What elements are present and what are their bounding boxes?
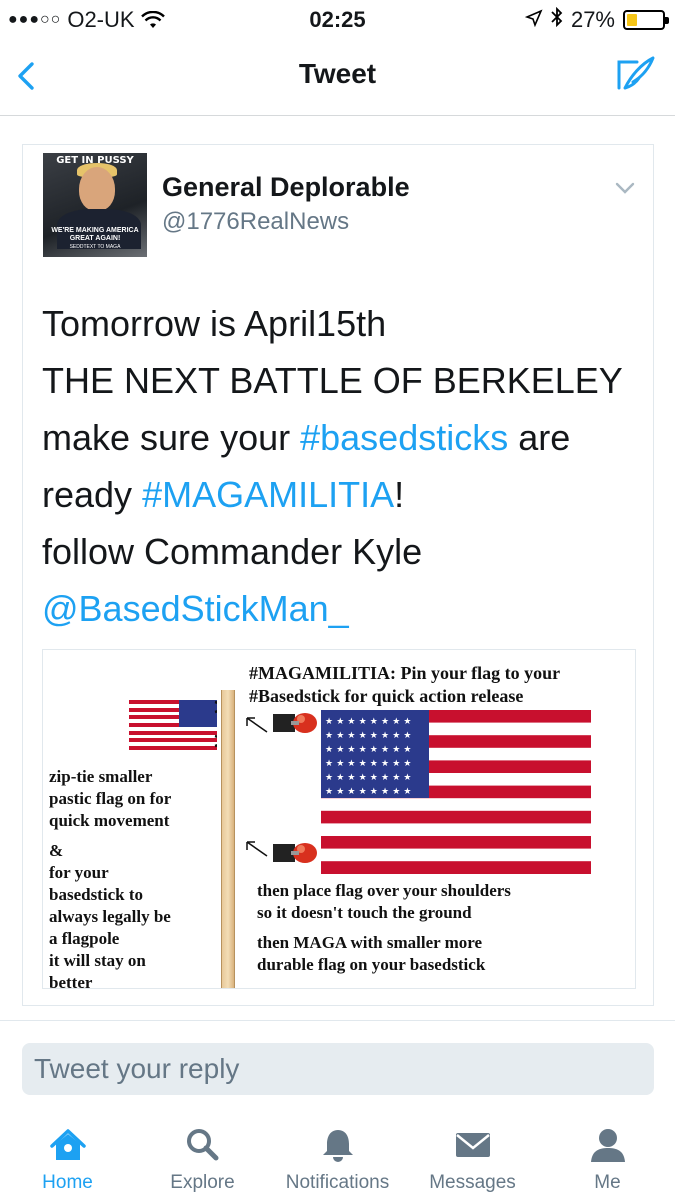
compose-tweet-button[interactable] (615, 54, 657, 96)
caption-line: for your (49, 863, 109, 882)
battery-icon (623, 10, 669, 30)
caption-line: then MAGA with smaller more (257, 933, 483, 952)
tab-label: Notifications (285, 1172, 390, 1193)
avatar-top-text: GET IN PUSSY (56, 155, 134, 166)
compose-quill-icon (617, 56, 655, 90)
tweet-text-segment: are (508, 417, 571, 458)
image-title: #MAGAMILITIA: Pin your flag to your #Bas… (249, 662, 560, 708)
arrow-icon (246, 717, 268, 733)
tweet-line: THE NEXT BATTLE OF BERKELEY (42, 360, 623, 401)
navigation-bar: Tweet (0, 38, 675, 116)
search-icon (186, 1129, 218, 1161)
caption-line: always legally be (49, 907, 171, 926)
image-title-line: #MAGAMILITIA: Pin your flag to your (249, 663, 561, 683)
reply-area: Tweet your reply (0, 1020, 675, 1106)
tweet-options-button[interactable] (615, 181, 635, 195)
user-handle[interactable]: @1776RealNews (162, 208, 349, 236)
battery-fill (627, 14, 637, 26)
avatar-tiny-caption: SEDDTEXT TO MAGA (69, 244, 121, 250)
caption-line: so it doesn't touch the ground (257, 903, 472, 922)
svg-text:★ ★ ★ ★ ★ ★ ★ ★: ★ ★ ★ ★ ★ ★ ★ ★ (325, 717, 411, 727)
avatar-bottom-text: WE'RE MAKING AMERICA GREAT AGAIN! SEDDTE… (45, 227, 145, 251)
avatar-caption: WE'RE MAKING AMERICA GREAT AGAIN! (51, 227, 139, 242)
person-icon (590, 1129, 625, 1162)
svg-text:★ ★ ★ ★ ★ ★ ★ ★: ★ ★ ★ ★ ★ ★ ★ ★ (325, 745, 411, 755)
envelope-icon (455, 1133, 490, 1157)
chevron-down-icon (615, 182, 635, 194)
tweet-text-segment: make sure your (42, 417, 301, 458)
avatar-face (79, 167, 115, 211)
tab-messages[interactable]: Messages (405, 1106, 540, 1200)
svg-text:★ ★ ★ ★ ★ ★ ★ ★: ★ ★ ★ ★ ★ ★ ★ ★ (325, 787, 411, 797)
tweet-card: GET IN PUSSY WE'RE MAKING AMERICA GREAT … (22, 144, 654, 1006)
tweet-text-segment: ready (42, 474, 143, 515)
caption-line: then place flag over your shoulders (257, 881, 511, 900)
tab-notifications[interactable]: Notifications (270, 1106, 405, 1200)
tweet-text: Tomorrow is April15th THE NEXT BATTLE OF… (42, 295, 642, 637)
wooden-stick (221, 690, 235, 988)
status-right: 27% (524, 6, 669, 33)
tab-label: Home (42, 1172, 93, 1193)
bluetooth-icon (551, 6, 563, 33)
arrow-icon (246, 841, 268, 857)
caption-line: zip-tie smaller (49, 767, 153, 786)
status-bar: ●●●○○ O2-UK 02:25 27% (0, 0, 675, 38)
tab-label: Messages (429, 1172, 516, 1193)
large-us-flag: ★ ★ ★ ★ ★ ★ ★ ★ ★ ★ ★ ★ ★ ★ ★ ★ ★ ★ ★ ★ … (321, 710, 591, 874)
tab-me[interactable]: Me (540, 1106, 675, 1200)
mention-link[interactable]: @BasedStickMan_ (42, 588, 349, 629)
image-title-line: #Basedstick for quick action release (249, 686, 524, 706)
tweet-line: ready #MAGAMILITIA! (42, 466, 642, 523)
tab-bar: Home Explore Notifications Messages Me (0, 1106, 675, 1200)
push-pin-icon (273, 843, 317, 863)
battery-percent: 27% (570, 7, 615, 32)
tweet-image[interactable]: #MAGAMILITIA: Pin your flag to your #Bas… (42, 649, 636, 989)
tab-explore[interactable]: Explore (135, 1106, 270, 1200)
hashtag-link-magamilitia[interactable]: #MAGAMILITIA (142, 474, 394, 515)
svg-text:★ ★ ★ ★ ★ ★ ★ ★: ★ ★ ★ ★ ★ ★ ★ ★ (325, 759, 411, 769)
tweet-line: @BasedStickMan_ (42, 580, 642, 637)
caption-line: a flagpole (49, 929, 120, 948)
reply-input[interactable]: Tweet your reply (22, 1043, 654, 1095)
small-us-flag (129, 700, 217, 750)
caption-line: durable flag on your basedstick (257, 955, 486, 974)
page-title: Tweet (298, 58, 377, 89)
svg-text:★ ★ ★ ★ ★ ★ ★ ★: ★ ★ ★ ★ ★ ★ ★ ★ (325, 731, 411, 741)
caption-line: pastic flag on for (49, 789, 172, 808)
display-name[interactable]: General Deplorable (162, 172, 410, 203)
image-right-caption: then place flag over your shoulders so i… (257, 880, 511, 976)
tweet-line: make sure your #basedsticks are (42, 409, 642, 466)
caption-line: it will stay on (49, 951, 146, 970)
caption-line: better (49, 973, 93, 989)
caption-line: quick movement (49, 811, 170, 830)
location-arrow-icon (524, 7, 543, 33)
tweet-text-segment: ! (394, 474, 405, 515)
user-avatar[interactable]: GET IN PUSSY WE'RE MAKING AMERICA GREAT … (43, 153, 147, 257)
svg-text:★ ★ ★ ★ ★ ★ ★ ★: ★ ★ ★ ★ ★ ★ ★ ★ (325, 773, 411, 783)
home-icon (49, 1129, 86, 1160)
hashtag-link-basedsticks[interactable]: #basedsticks (300, 417, 508, 458)
tab-home[interactable]: Home (0, 1106, 135, 1200)
caption-line: basedstick to (49, 885, 143, 904)
caption-line: & (49, 841, 64, 860)
tweet-line: follow Commander Kyle (42, 531, 423, 572)
tab-label: Explore (170, 1172, 235, 1193)
image-left-caption: zip-tie smaller pastic flag on for quick… (49, 766, 172, 989)
tweet-line: Tomorrow is April15th (42, 303, 387, 344)
bell-icon (322, 1130, 353, 1162)
tab-label: Me (594, 1172, 621, 1193)
push-pin-icon (273, 713, 317, 733)
